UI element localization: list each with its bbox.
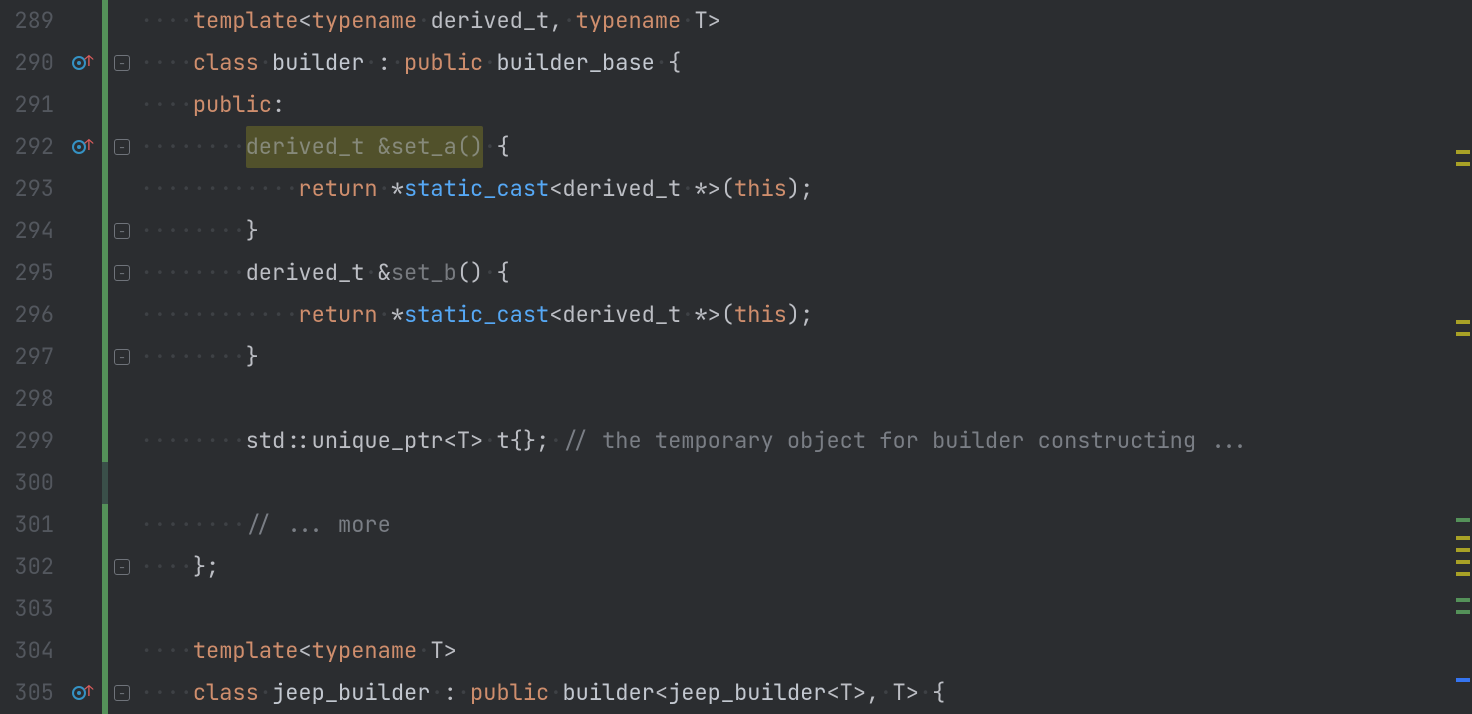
implements-marker[interactable]: ↑ [64,42,102,84]
line-number[interactable]: 292 [0,126,54,168]
code-editor: 289 290 291 292 293 294 295 296 297 298 … [0,0,1472,712]
code-line[interactable]: ····template<typename·T> [140,630,1472,672]
overview-mark[interactable] [1456,150,1470,154]
line-number[interactable]: 298 [0,378,54,420]
overview-mark[interactable] [1456,560,1470,564]
line-number[interactable]: 301 [0,504,54,546]
code-line[interactable]: ········// ... more [140,504,1472,546]
fold-toggle[interactable]: − [114,223,130,239]
code-line[interactable]: ····template<typename·derived_t,·typenam… [140,0,1472,42]
line-number[interactable]: 302 [0,546,54,588]
overview-mark[interactable] [1456,610,1470,614]
line-number[interactable]: 289 [0,0,54,42]
line-number[interactable]: 303 [0,588,54,630]
fold-toggle[interactable]: − [114,559,130,575]
line-number[interactable]: 305 [0,672,54,714]
code-line[interactable]: ····class·builder·:·public·builder_base·… [140,42,1472,84]
fold-toggle[interactable]: − [114,139,130,155]
code-line[interactable]: ········} [140,210,1472,252]
code-line[interactable]: ········derived_t·&set_b()·{ [140,252,1472,294]
gutter: 289 290 291 292 293 294 295 296 297 298 … [0,0,136,712]
line-number[interactable]: 293 [0,168,54,210]
line-number[interactable]: 294 [0,210,54,252]
implements-marker[interactable]: ↑ [64,672,102,714]
line-number[interactable]: 291 [0,84,54,126]
code-area[interactable]: ····template<typename·derived_t,·typenam… [136,0,1472,712]
overview-mark[interactable] [1456,320,1470,324]
line-number[interactable]: 296 [0,294,54,336]
overview-mark[interactable] [1456,572,1470,576]
fold-toggle[interactable]: − [114,685,130,701]
overview-ruler[interactable] [1454,0,1472,712]
code-line[interactable] [140,462,1472,504]
overview-mark[interactable] [1456,332,1470,336]
code-line[interactable]: ········derived_t &set_a()·{ [140,126,1472,168]
code-line[interactable]: ············return·*static_cast<derived_… [140,294,1472,336]
code-line[interactable] [140,588,1472,630]
overview-mark[interactable] [1456,536,1470,540]
line-number[interactable]: 297 [0,336,54,378]
code-line[interactable] [140,378,1472,420]
code-line[interactable]: ····class·jeep_builder·:·public·builder<… [140,672,1472,712]
overview-mark[interactable] [1456,162,1470,166]
line-number[interactable]: 299 [0,420,54,462]
fold-column: − − − − − − − [102,0,136,712]
line-number[interactable]: 300 [0,462,54,504]
fold-toggle[interactable]: − [114,55,130,71]
line-number[interactable]: 290 [0,42,54,84]
code-line[interactable]: ····}; [140,546,1472,588]
fold-toggle[interactable]: − [114,349,130,365]
code-line[interactable]: ············return·*static_cast<derived_… [140,168,1472,210]
overview-mark[interactable] [1456,548,1470,552]
line-number[interactable]: 304 [0,630,54,672]
line-numbers-column: 289 290 291 292 293 294 295 296 297 298 … [0,0,64,712]
overview-mark[interactable] [1456,678,1470,682]
implements-marker[interactable]: ↑ [64,126,102,168]
code-line[interactable]: ····public: [140,84,1472,126]
code-line[interactable]: ········} [140,336,1472,378]
code-line[interactable]: ········std::unique_ptr<T>·t{};·// the t… [140,420,1472,462]
overview-mark[interactable] [1456,518,1470,522]
fold-toggle[interactable]: − [114,265,130,281]
line-number[interactable]: 295 [0,252,54,294]
overview-mark[interactable] [1456,598,1470,602]
gutter-marks-column: ↑ ↑ ↑ [64,0,102,712]
